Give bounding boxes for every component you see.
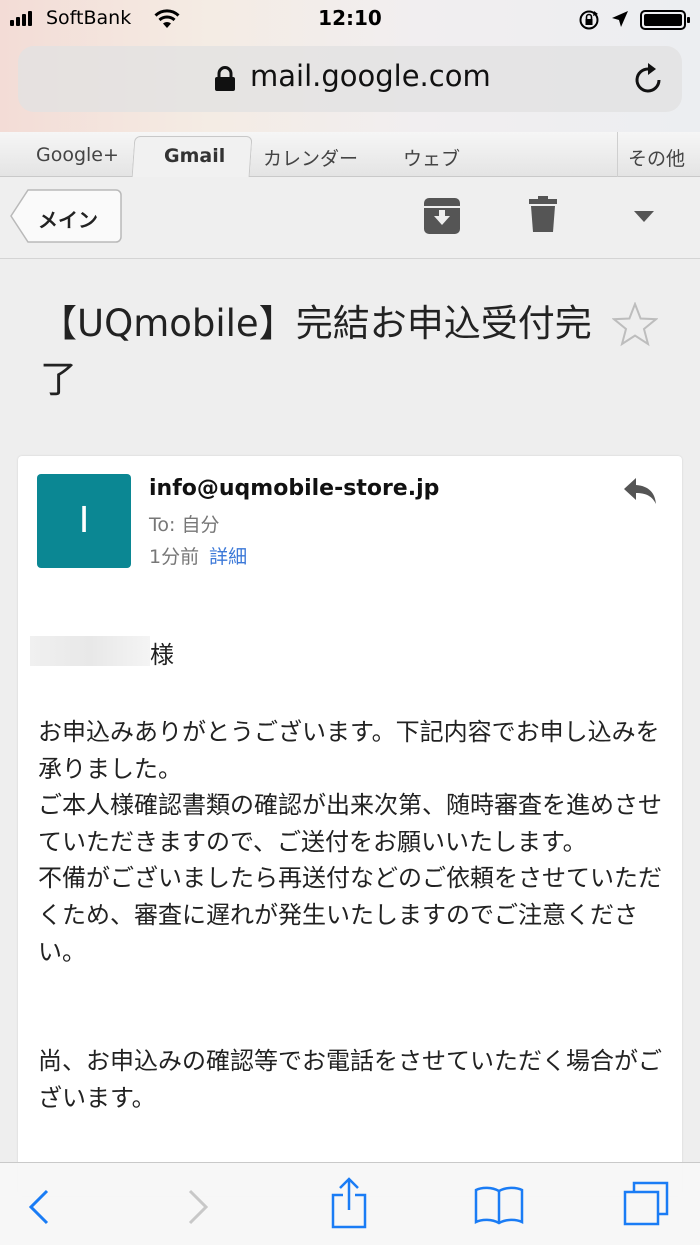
sender-avatar: I: [37, 474, 131, 568]
message-time-line: 1分前 詳細: [149, 542, 247, 569]
tab-google-plus[interactable]: Google+: [36, 144, 119, 166]
battery-icon: [640, 10, 690, 30]
message-time: 1分前: [149, 546, 200, 568]
browser-chrome: SoftBank 12:10 mail.google.com: [0, 0, 700, 132]
trash-icon[interactable]: [529, 196, 557, 232]
lock-icon: [215, 66, 235, 91]
share-icon[interactable]: [329, 1177, 369, 1229]
body-paragraph: 不備がございましたら再送付などのご依頼をさせていただくため、審査に遅れが発生いた…: [38, 864, 662, 966]
url-text: mail.google.com: [250, 59, 491, 93]
archive-icon[interactable]: [424, 198, 460, 234]
reply-icon[interactable]: [622, 476, 658, 506]
safari-bottom-toolbar: [0, 1162, 700, 1245]
gmail-app-tabs: Google+ Gmail カレンダー ウェブ その他: [0, 132, 700, 178]
sender-address[interactable]: info@uqmobile-store.jp: [149, 476, 439, 501]
forward-arrow-icon[interactable]: [187, 1189, 209, 1225]
tab-gmail-label[interactable]: Gmail: [164, 145, 225, 167]
redacted-recipient-name: [30, 636, 150, 666]
rotation-lock-icon: [579, 10, 599, 30]
address-bar[interactable]: mail.google.com: [18, 46, 682, 112]
message-card: I info@uqmobile-store.jp To: 自分 1分前 詳細 様 …: [18, 456, 682, 1196]
email-subject: 【UQmobile】完結お申込受付完了: [40, 302, 592, 401]
more-dropdown-icon[interactable]: [634, 211, 654, 223]
tabs-icon[interactable]: [622, 1181, 670, 1227]
recipient-line: To: 自分: [149, 514, 220, 536]
details-link[interactable]: 詳細: [209, 546, 247, 568]
salutation-suffix: 様: [150, 641, 174, 669]
location-arrow-icon: [612, 11, 628, 27]
body-paragraph: ご本人様確認書類の確認が出来次第、随時審査を進めさせていただきますので、ご送付を…: [38, 791, 662, 856]
back-to-inbox-button[interactable]: メイン: [10, 189, 122, 243]
body-paragraph: 尚、お申込みの確認等でお電話をさせていただく場合がございます。: [38, 1047, 662, 1112]
tab-divider: [617, 132, 618, 177]
back-button-label: メイン: [38, 208, 98, 232]
tab-calendar[interactable]: カレンダー: [263, 144, 358, 171]
tab-web[interactable]: ウェブ: [403, 144, 460, 171]
tab-more[interactable]: その他: [628, 144, 685, 171]
back-arrow-icon[interactable]: [28, 1189, 50, 1225]
email-body: お申込みありがとうございます。下記内容でお申し込みを承りました。 ご本人様確認書…: [38, 714, 668, 1116]
body-paragraph: お申込みありがとうございます。下記内容でお申し込みを承りました。: [38, 718, 660, 783]
bookmarks-icon[interactable]: [474, 1185, 524, 1225]
message-toolbar: メイン: [0, 177, 700, 259]
status-bar: SoftBank 12:10: [0, 0, 700, 40]
reload-icon[interactable]: [634, 63, 664, 95]
star-icon[interactable]: [612, 302, 658, 348]
